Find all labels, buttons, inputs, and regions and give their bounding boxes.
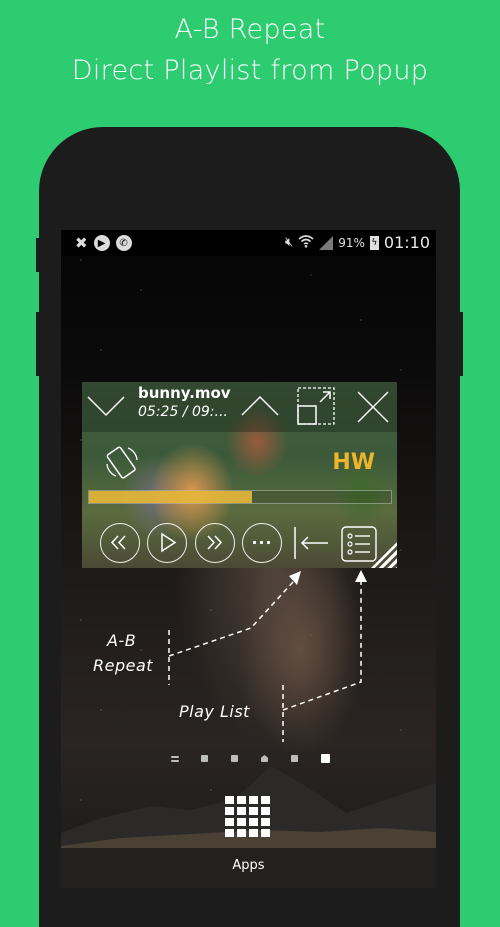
- phone-side-button-right: [460, 312, 463, 376]
- headline-line-2: Direct Playlist from Popup: [71, 55, 429, 86]
- annotation-ab-repeat-line2: Repeat: [93, 656, 154, 675]
- headline-line-1: A-B Repeat: [174, 14, 326, 45]
- phone-screen: ✖ ▶ ✆ 🔇︎ 91% ϟ 01:10 bunny.mov 05:25 / 0…: [61, 230, 436, 888]
- annotation-ab-repeat-line1: A-B: [107, 631, 137, 650]
- annotation-play-list: Play List: [179, 702, 250, 721]
- ab-arrowhead-icon: [289, 571, 301, 585]
- playlist-arrowhead-icon: [355, 570, 367, 582]
- playlist-arrow-line: [282, 582, 362, 711]
- apps-label[interactable]: Apps: [61, 858, 436, 873]
- ab-arrow-line: [168, 581, 294, 657]
- apps-drawer-icon[interactable]: [225, 796, 271, 842]
